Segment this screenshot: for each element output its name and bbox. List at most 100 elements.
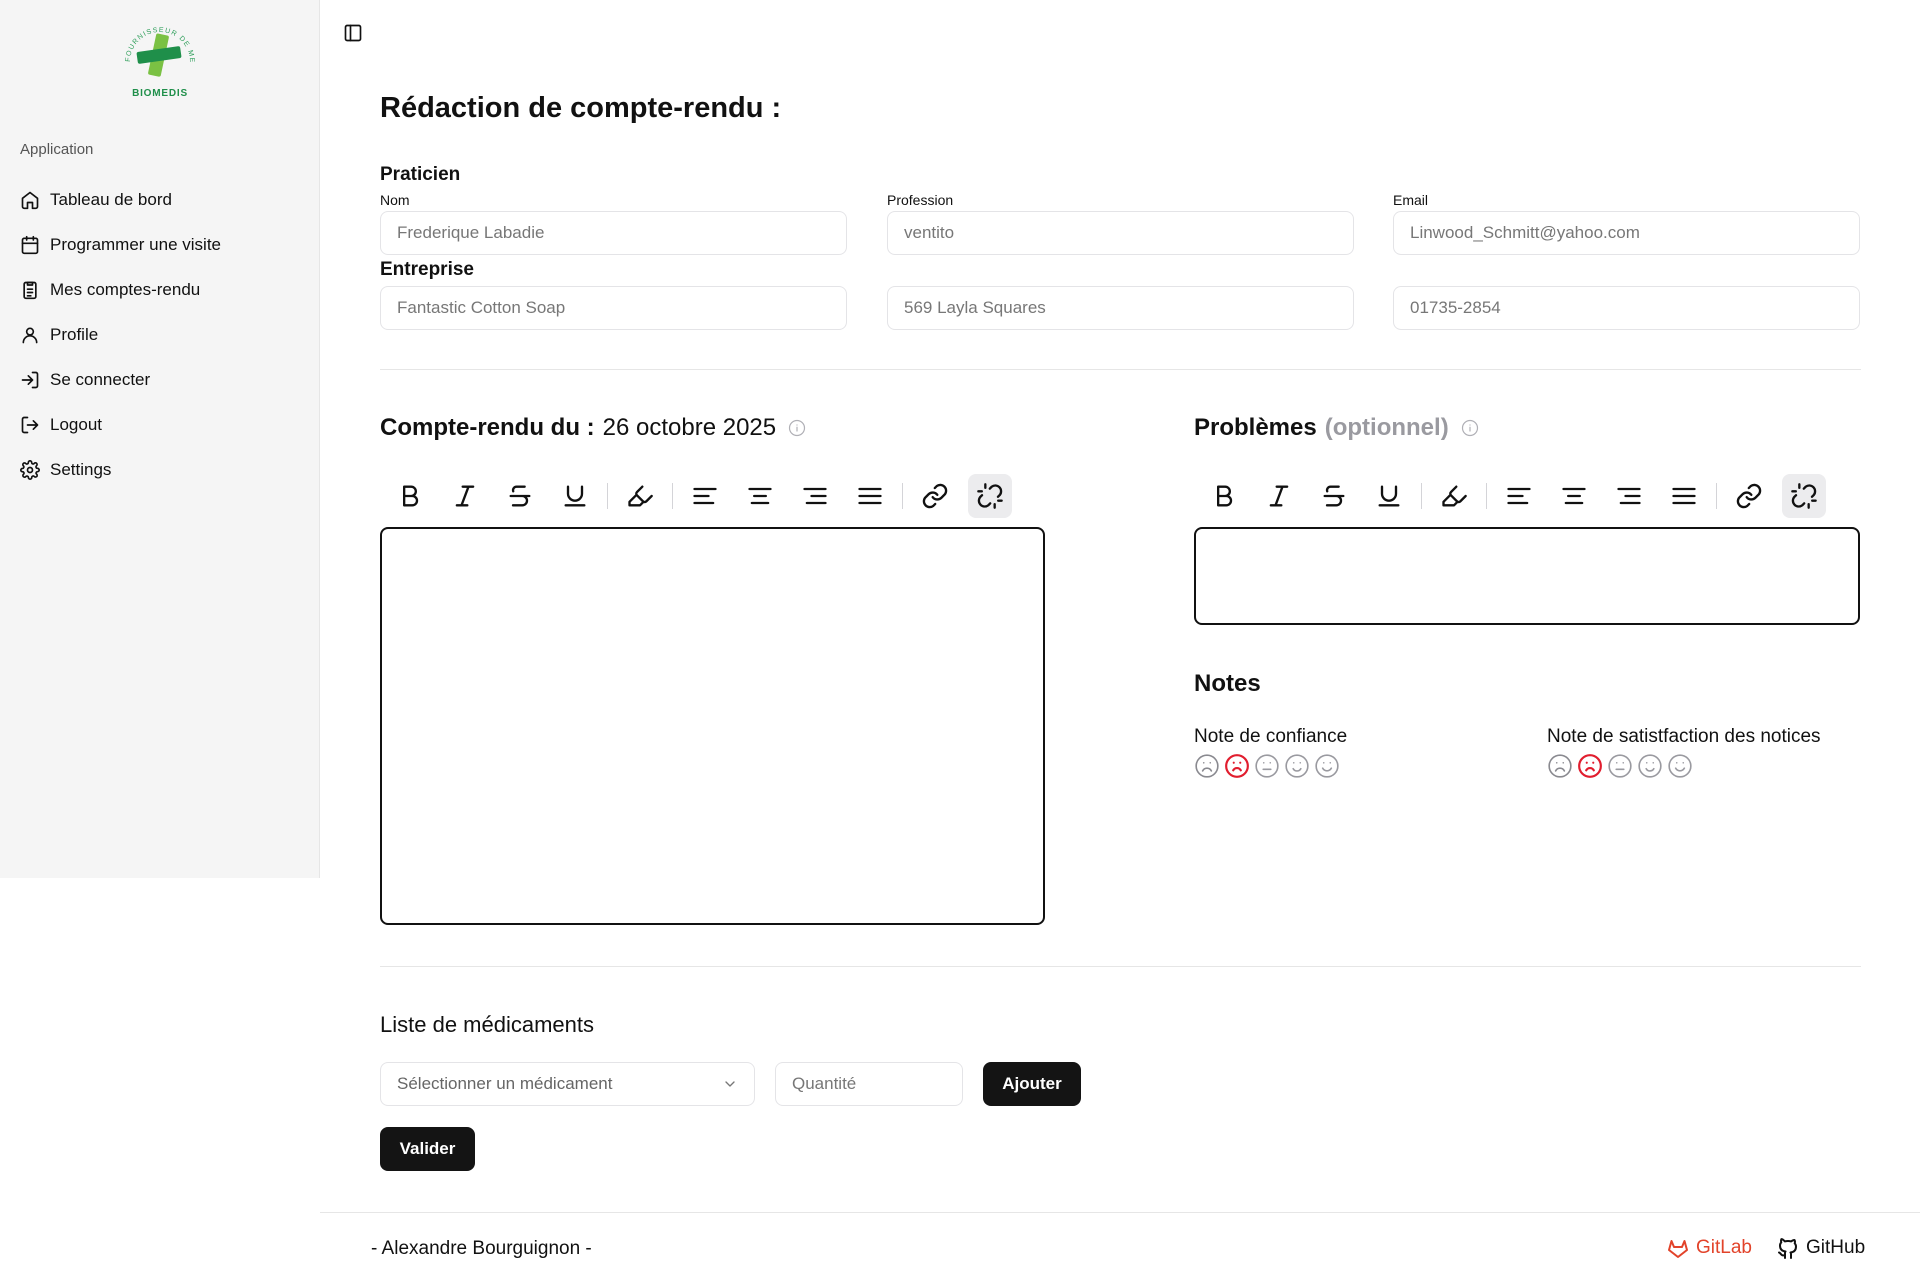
rating-face-2[interactable]: [1577, 753, 1607, 779]
sidebar-item-label: Se connecter: [50, 369, 151, 389]
quantity-input[interactable]: Quantité: [775, 1062, 963, 1106]
compte-rendu-editor[interactable]: [380, 527, 1045, 925]
unlink-button[interactable]: [1782, 474, 1826, 518]
align-right-icon: [803, 487, 827, 505]
github-label: GitHub: [1806, 1237, 1866, 1258]
sidebar-item-my-reports[interactable]: Mes comptes-rendu: [20, 267, 300, 312]
underline-icon: [564, 485, 586, 507]
unlink-icon: [1791, 483, 1817, 509]
align-left-icon: [693, 487, 717, 505]
rating-face-5[interactable]: [1667, 753, 1697, 779]
clipboard-icon: [23, 281, 37, 299]
face-icon: [1195, 754, 1219, 778]
toolbar-separator: [1716, 483, 1717, 509]
nom-field[interactable]: Frederique Labadie: [380, 211, 847, 255]
profession-field[interactable]: ventito: [887, 211, 1354, 255]
align-center-icon: [748, 487, 772, 505]
sidebar-item-label: Profile: [50, 324, 99, 344]
rating-face-4[interactable]: [1284, 753, 1314, 779]
italic-button[interactable]: [443, 474, 487, 518]
strikethrough-button[interactable]: [1312, 474, 1356, 518]
medicament-select-placeholder: Sélectionner un médicament: [397, 1074, 613, 1093]
sidebar-item-label: Tableau de bord: [50, 189, 172, 209]
align-center-button[interactable]: [738, 474, 782, 518]
align-right-button[interactable]: [1607, 474, 1651, 518]
sidebar-item-dashboard[interactable]: Tableau de bord: [20, 177, 300, 222]
link-button[interactable]: [913, 474, 957, 518]
bold-button[interactable]: [1202, 474, 1246, 518]
github-link[interactable]: GitHub: [1776, 1236, 1865, 1260]
link-button[interactable]: [1727, 474, 1771, 518]
notes-title: Notes: [1194, 670, 1261, 697]
bold-button[interactable]: [388, 474, 432, 518]
sidebar-item-settings[interactable]: Settings: [20, 447, 300, 492]
email-label: Email: [1393, 192, 1429, 208]
strikethrough-icon: [1323, 485, 1345, 507]
sidebar-item-logout[interactable]: Logout: [20, 402, 300, 447]
align-left-icon: [1507, 487, 1531, 505]
problemes-editor[interactable]: [1194, 527, 1860, 625]
compte-rendu-date: 26 octobre 2025: [602, 414, 777, 441]
align-justify-button[interactable]: [1662, 474, 1706, 518]
entreprise-name-field[interactable]: Fantastic Cotton Soap: [380, 286, 847, 330]
login-icon: [21, 371, 39, 388]
entreprise-address-field[interactable]: 569 Layla Squares: [887, 286, 1354, 330]
rating-face-2[interactable]: [1224, 753, 1254, 779]
compte-rendu-heading: Compte-rendu du : 26 octobre 2025: [380, 414, 806, 442]
rating-face-4[interactable]: [1637, 753, 1667, 779]
highlight-button[interactable]: [618, 474, 662, 518]
entreprise-phone-field[interactable]: 01735-2854: [1393, 286, 1860, 330]
entreprise-label: Entreprise: [380, 259, 474, 280]
align-justify-icon: [858, 487, 882, 505]
sidebar-item-schedule-visit[interactable]: Programmer une visite: [20, 222, 300, 267]
sidebar-item-login[interactable]: Se connecter: [20, 357, 300, 402]
face-icon: [1608, 754, 1632, 778]
align-left-button[interactable]: [683, 474, 727, 518]
compte-rendu-toolbar: [388, 474, 1023, 518]
strikethrough-icon: [509, 485, 531, 507]
rating-face-5[interactable]: [1314, 753, 1344, 779]
compte-rendu-heading-label: Compte-rendu du :: [380, 414, 595, 441]
toolbar-separator: [902, 483, 903, 509]
footer-author: - Alexandre Bourguignon -: [371, 1238, 592, 1259]
validate-button[interactable]: Valider: [380, 1127, 475, 1171]
rating-face-3[interactable]: [1254, 753, 1284, 779]
highlighter-icon: [1442, 485, 1467, 507]
underline-button[interactable]: [1367, 474, 1411, 518]
italic-button[interactable]: [1257, 474, 1301, 518]
italic-icon: [455, 485, 475, 507]
underline-button[interactable]: [553, 474, 597, 518]
toolbar-separator: [1486, 483, 1487, 509]
align-right-button[interactable]: [793, 474, 837, 518]
biomedis-logo[interactable]: FOURNISSEUR DE MEDICAMENTS BIOMEDIS: [108, 11, 208, 102]
sidebar-toggle-button[interactable]: [343, 23, 363, 43]
rating-face-3[interactable]: [1607, 753, 1637, 779]
calendar-icon: [21, 235, 39, 254]
add-button[interactable]: Ajouter: [983, 1062, 1081, 1106]
medicament-select[interactable]: Sélectionner un médicament: [380, 1062, 755, 1106]
rating-face-1[interactable]: [1547, 753, 1577, 779]
page-title: Rédaction de compte-rendu :: [380, 92, 782, 124]
strikethrough-button[interactable]: [498, 474, 542, 518]
highlight-button[interactable]: [1432, 474, 1476, 518]
problemes-heading-label: Problèmes: [1194, 414, 1317, 441]
unlink-button[interactable]: [968, 474, 1012, 518]
align-center-icon: [1562, 487, 1586, 505]
toolbar-separator: [1421, 483, 1422, 509]
info-icon[interactable]: [1461, 419, 1479, 437]
face-icon: [1638, 754, 1662, 778]
satisfaction-rating[interactable]: [1547, 753, 1697, 779]
align-left-button[interactable]: [1497, 474, 1541, 518]
email-field[interactable]: Linwood_Schmitt@yahoo.com: [1393, 211, 1860, 255]
align-justify-button[interactable]: [848, 474, 892, 518]
face-icon: [1255, 754, 1279, 778]
sidebar: FOURNISSEUR DE MEDICAMENTS BIOMEDIS Appl…: [0, 0, 320, 878]
gitlab-link[interactable]: GitLab: [1666, 1236, 1752, 1260]
confiance-rating[interactable]: [1194, 753, 1344, 779]
rating-face-1[interactable]: [1194, 753, 1224, 779]
align-center-button[interactable]: [1552, 474, 1596, 518]
info-icon[interactable]: [788, 419, 806, 437]
logo-text: BIOMEDIS: [132, 88, 188, 99]
sidebar-item-profile[interactable]: Profile: [20, 312, 300, 357]
sidebar-nav: Tableau de bord Programmer une visite Me…: [20, 177, 300, 492]
